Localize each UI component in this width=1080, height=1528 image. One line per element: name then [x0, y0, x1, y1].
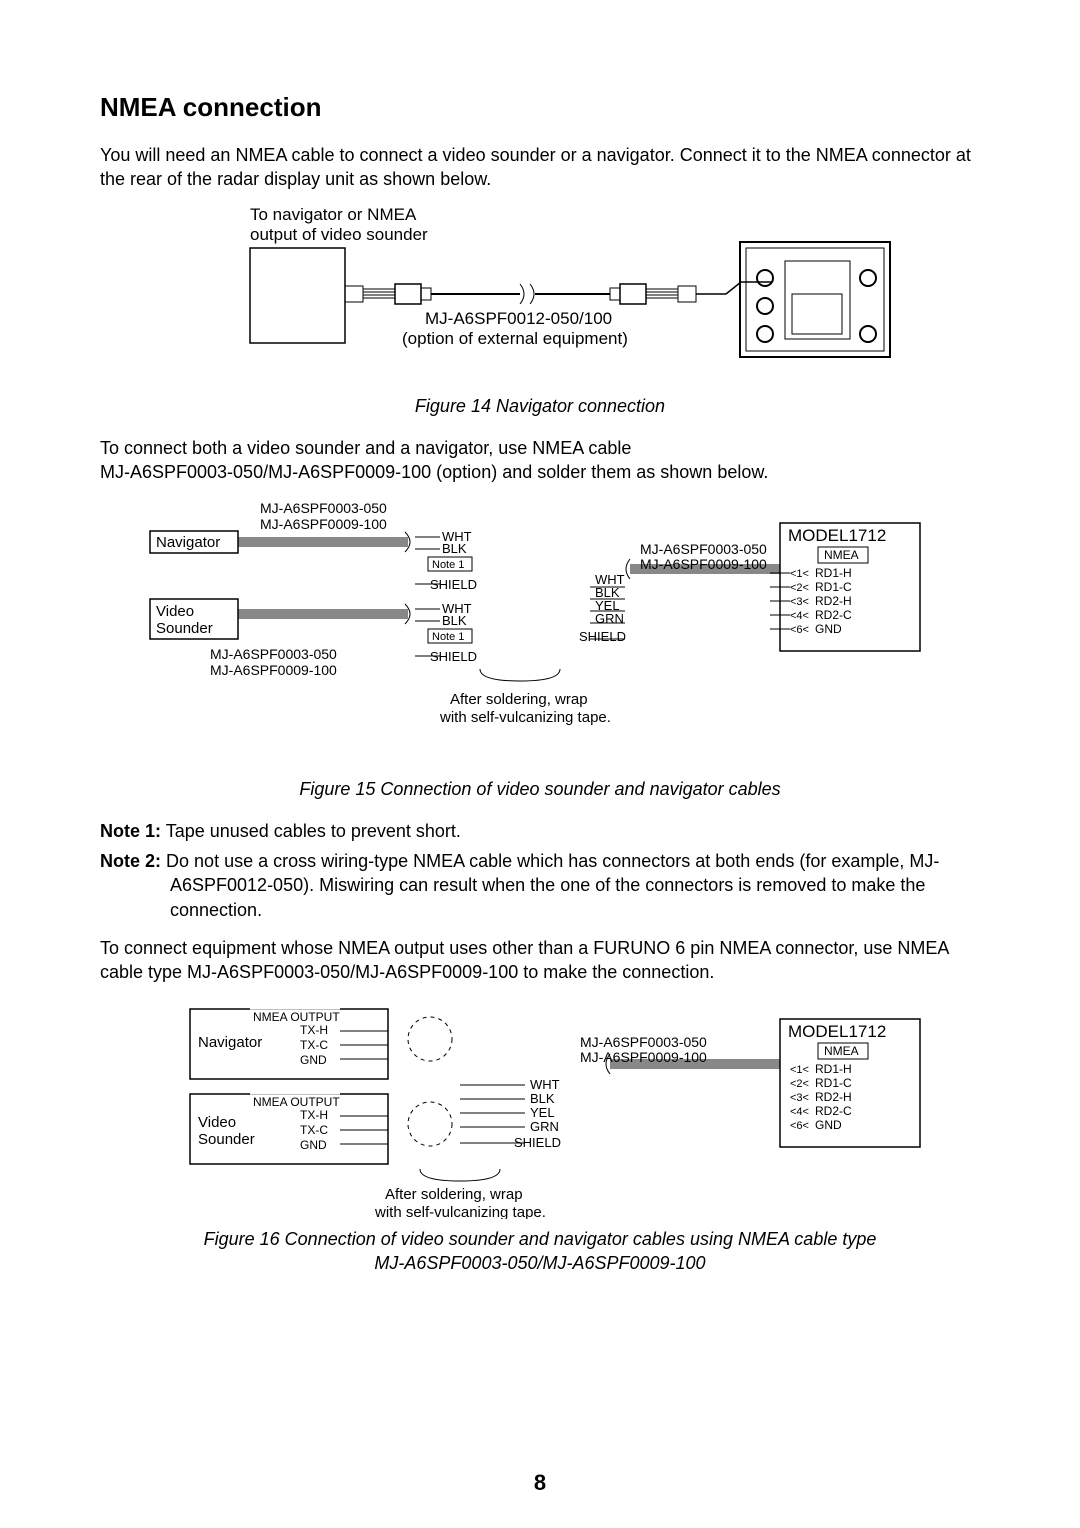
note-1: Note 1: Tape unused cables to prevent sh… [100, 819, 980, 843]
svg-text:with self-vulcanizing tape.: with self-vulcanizing tape. [439, 709, 611, 726]
svg-text:NMEA OUTPUT: NMEA OUTPUT [253, 1095, 340, 1109]
para-2a: To connect both a video sounder and a na… [100, 436, 980, 460]
figure-14-diagram: To navigator or NMEA output of video sou… [180, 206, 900, 386]
svg-text:MODEL1712: MODEL1712 [788, 1022, 886, 1041]
para-2b: MJ-A6SPF0003-050/MJ-A6SPF0009-100 (optio… [100, 460, 980, 484]
svg-text:<3<: <3< [790, 1092, 809, 1104]
svg-text:RD2-C: RD2-C [815, 1104, 852, 1118]
svg-text:RD1-H: RD1-H [815, 566, 852, 580]
svg-text:TX-C: TX-C [300, 1038, 328, 1052]
svg-text:<2<: <2< [790, 582, 809, 594]
svg-text:WHT: WHT [530, 1077, 560, 1092]
figure-16-diagram: NMEA OUTPUT Navigator TX-H TX-C GND NMEA… [130, 999, 950, 1219]
svg-text:NMEA: NMEA [824, 548, 859, 562]
svg-text:GND: GND [300, 1138, 327, 1152]
svg-text:MJ-A6SPF0009-100: MJ-A6SPF0009-100 [640, 556, 767, 572]
svg-text:MJ-A6SPF0003-050: MJ-A6SPF0003-050 [580, 1034, 707, 1050]
fig14-label-2: output of video sounder [250, 225, 428, 244]
svg-text:RD2-H: RD2-H [815, 594, 852, 608]
svg-text:<3<: <3< [790, 596, 809, 608]
note-2: Note 2: Do not use a cross wiring-type N… [100, 849, 980, 922]
svg-text:RD1-H: RD1-H [815, 1062, 852, 1076]
svg-text:After soldering, wrap: After soldering, wrap [385, 1186, 523, 1203]
svg-text:MJ-A6SPF0003-050: MJ-A6SPF0003-050 [210, 646, 337, 662]
svg-text:BLK: BLK [530, 1091, 555, 1106]
fig14-label-1: To navigator or NMEA [250, 206, 417, 224]
svg-text:<1<: <1< [790, 1064, 809, 1076]
svg-text:Navigator: Navigator [198, 1034, 262, 1051]
fig14-cable-2: (option of external equipment) [402, 329, 628, 348]
svg-text:SHIELD: SHIELD [430, 649, 477, 664]
svg-text:GRN: GRN [595, 611, 624, 626]
svg-text:GND: GND [815, 622, 842, 636]
svg-text:Video: Video [198, 1114, 236, 1131]
para-3: To connect equipment whose NMEA output u… [100, 936, 980, 985]
svg-text:RD1-C: RD1-C [815, 580, 852, 594]
svg-text:<6<: <6< [790, 624, 809, 636]
svg-text:<4<: <4< [790, 610, 809, 622]
figure-16-caption-1: Figure 16 Connection of video sounder an… [100, 1227, 980, 1251]
svg-text:RD2-C: RD2-C [815, 608, 852, 622]
fig14-cable-1: MJ-A6SPF0012-050/100 [425, 309, 612, 328]
f15-mj2: MJ-A6SPF0009-100 [260, 516, 387, 532]
svg-text:GND: GND [815, 1118, 842, 1132]
f15-model: MODEL1712 [788, 526, 886, 545]
svg-text:<6<: <6< [790, 1120, 809, 1132]
svg-text:NMEA OUTPUT: NMEA OUTPUT [253, 1010, 340, 1024]
svg-text:<2<: <2< [790, 1078, 809, 1090]
section-heading: NMEA connection [100, 90, 980, 125]
figure-14-caption: Figure 14 Navigator connection [100, 394, 980, 418]
svg-text:MJ-A6SPF0003-050: MJ-A6SPF0003-050 [640, 541, 767, 557]
svg-text:After soldering, wrap: After soldering, wrap [450, 691, 588, 708]
svg-text:NMEA: NMEA [824, 1044, 859, 1058]
figure-15-caption: Figure 15 Connection of video sounder an… [100, 777, 980, 801]
svg-text:RD1-C: RD1-C [815, 1076, 852, 1090]
intro-paragraph: You will need an NMEA cable to connect a… [100, 143, 980, 192]
svg-text:MJ-A6SPF0009-100: MJ-A6SPF0009-100 [210, 662, 337, 678]
svg-text:Note 1: Note 1 [432, 631, 464, 643]
f15-nav: Navigator [156, 534, 220, 551]
svg-text:<4<: <4< [790, 1106, 809, 1118]
svg-text:YEL: YEL [530, 1105, 555, 1120]
svg-text:GRN: GRN [530, 1119, 559, 1134]
svg-text:GND: GND [300, 1053, 327, 1067]
svg-text:SHIELD: SHIELD [430, 577, 477, 592]
figure-16-caption-2: MJ-A6SPF0003-050/MJ-A6SPF0009-100 [100, 1251, 980, 1275]
f15-vs2: Sounder [156, 620, 213, 637]
svg-text:TX-H: TX-H [300, 1023, 328, 1037]
f15-mj1: MJ-A6SPF0003-050 [260, 500, 387, 516]
svg-text:TX-H: TX-H [300, 1108, 328, 1122]
svg-text:TX-C: TX-C [300, 1123, 328, 1137]
svg-text:with self-vulcanizing tape.: with self-vulcanizing tape. [374, 1204, 546, 1219]
f15-vs1: Video [156, 603, 194, 620]
svg-text:RD2-H: RD2-H [815, 1090, 852, 1104]
svg-text:<1<: <1< [790, 568, 809, 580]
svg-text:Sounder: Sounder [198, 1131, 255, 1148]
svg-text:MJ-A6SPF0009-100: MJ-A6SPF0009-100 [580, 1049, 707, 1065]
svg-text:BLK: BLK [442, 613, 467, 628]
page-number: 8 [0, 1468, 1080, 1498]
svg-text:BLK: BLK [442, 541, 467, 556]
svg-text:SHIELD: SHIELD [579, 629, 626, 644]
svg-text:Note 1: Note 1 [432, 559, 464, 571]
figure-15-diagram: MJ-A6SPF0003-050 MJ-A6SPF0009-100 Naviga… [130, 499, 950, 769]
